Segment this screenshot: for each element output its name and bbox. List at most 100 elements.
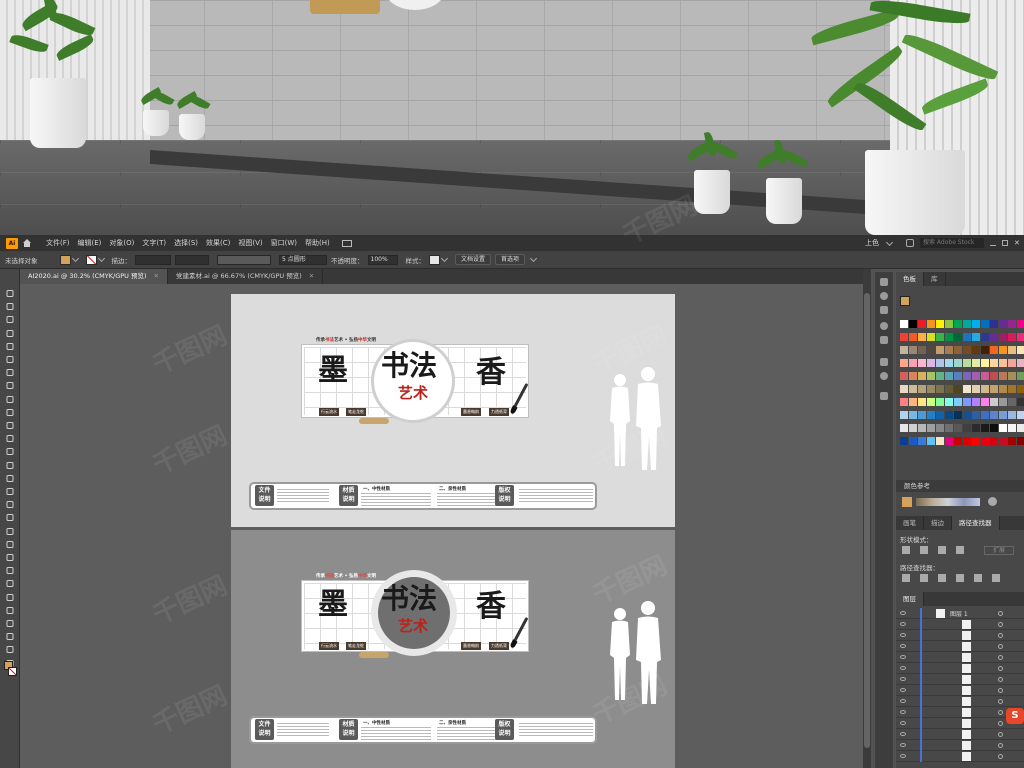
unite-icon[interactable] <box>902 546 910 554</box>
layer-row-top[interactable]: 图层 1 <box>896 608 1024 619</box>
color-swatch[interactable] <box>999 437 1007 445</box>
color-swatch[interactable] <box>981 333 989 341</box>
free-transform-icon[interactable] <box>5 500 15 509</box>
color-swatch[interactable] <box>981 385 989 393</box>
brushes-icon[interactable] <box>880 322 888 330</box>
visibility-eye-icon[interactable] <box>900 655 906 659</box>
target-circle-icon[interactable] <box>998 666 1003 671</box>
target-circle-icon[interactable] <box>998 743 1003 748</box>
graphic-style-swatch[interactable] <box>429 254 440 265</box>
search-icon[interactable] <box>906 239 914 247</box>
fill-color-swatch[interactable] <box>59 254 71 265</box>
color-swatch[interactable] <box>981 320 989 328</box>
color-swatch[interactable] <box>909 333 917 341</box>
color-swatch[interactable] <box>918 437 926 445</box>
color-swatch[interactable] <box>900 359 908 367</box>
color-swatch[interactable] <box>954 385 962 393</box>
vertical-scrollbar[interactable] <box>863 269 871 768</box>
color-swatch[interactable] <box>972 372 980 380</box>
swatches-panel-icon[interactable] <box>880 292 888 300</box>
adobe-stock-search-input[interactable]: 搜索 Adobe Stock <box>920 238 984 248</box>
rotate-icon[interactable] <box>5 461 15 470</box>
tab-ai2020[interactable]: AI2020.ai @ 30.2% (CMYK/GPU 预览) ✕ <box>20 269 168 284</box>
trim-icon[interactable] <box>920 574 928 582</box>
color-swatch[interactable] <box>936 437 944 445</box>
sogou-ime-icon[interactable]: S <box>1006 708 1024 724</box>
color-swatch[interactable] <box>999 372 1007 380</box>
color-swatch[interactable] <box>972 437 980 445</box>
color-swatch[interactable] <box>999 346 1007 354</box>
color-swatch[interactable] <box>936 359 944 367</box>
slice-icon[interactable] <box>5 632 15 641</box>
shaper-icon[interactable] <box>5 421 15 430</box>
color-swatch[interactable] <box>927 385 935 393</box>
sublayer-row[interactable] <box>896 685 1024 696</box>
gradient-icon[interactable] <box>5 553 15 562</box>
target-circle-icon[interactable] <box>998 644 1003 649</box>
tab-pathfinder[interactable]: 路径查找器 <box>952 516 1000 530</box>
color-swatch[interactable] <box>999 398 1007 406</box>
color-swatch[interactable] <box>918 320 926 328</box>
merge-icon[interactable] <box>938 574 946 582</box>
sublayer-row[interactable] <box>896 663 1024 674</box>
stroke-weight-input[interactable] <box>135 254 171 265</box>
color-swatch[interactable] <box>1017 398 1024 406</box>
color-swatch[interactable] <box>990 346 998 354</box>
direct-selection-tool-icon[interactable] <box>5 302 15 311</box>
stroke-none-swatch[interactable] <box>85 254 97 265</box>
restore-icon[interactable] <box>1002 240 1008 246</box>
color-swatch[interactable] <box>954 398 962 406</box>
brush-definition-select[interactable] <box>217 254 271 265</box>
visibility-eye-icon[interactable] <box>900 699 906 703</box>
column-graph-icon[interactable] <box>5 606 15 615</box>
color-swatch[interactable] <box>900 411 908 419</box>
target-circle-icon[interactable] <box>998 655 1003 660</box>
selection-tool-icon[interactable] <box>5 289 15 298</box>
color-swatch[interactable] <box>936 398 944 406</box>
tab-layers[interactable]: 图层 <box>896 592 924 606</box>
sublayer-row[interactable] <box>896 751 1024 762</box>
chevron-down-icon[interactable] <box>97 254 105 263</box>
color-swatch[interactable] <box>945 411 953 419</box>
menu-window[interactable]: 窗口(W) <box>271 238 297 248</box>
color-swatch[interactable] <box>927 372 935 380</box>
color-swatch[interactable] <box>900 398 908 406</box>
minus-front-icon[interactable] <box>920 546 928 554</box>
base-color-swatch[interactable] <box>902 497 912 507</box>
color-swatch[interactable] <box>972 411 980 419</box>
color-swatch[interactable] <box>972 385 980 393</box>
color-swatch[interactable] <box>963 424 971 432</box>
sublayer-row[interactable] <box>896 641 1024 652</box>
color-swatch[interactable] <box>972 320 980 328</box>
color-swatch[interactable] <box>972 359 980 367</box>
menu-edit[interactable]: 编辑(E) <box>78 238 102 248</box>
color-swatch[interactable] <box>963 398 971 406</box>
pen-tool-icon[interactable] <box>5 342 15 351</box>
color-swatch[interactable] <box>909 346 917 354</box>
target-circle-icon[interactable] <box>998 754 1003 759</box>
artboard-dark[interactable]: 传承书法艺术 • 弘扬中华文明 墨 书法 艺术 香 行云流水 笔走龙蛇 墨香翰韵… <box>231 530 675 768</box>
pencil-icon[interactable] <box>5 434 15 443</box>
color-swatch[interactable] <box>1017 437 1024 445</box>
tab-stroke[interactable]: 描边 <box>924 516 952 530</box>
sublayer-row[interactable] <box>896 707 1024 718</box>
color-swatch[interactable] <box>1008 437 1016 445</box>
color-swatch[interactable] <box>909 424 917 432</box>
color-swatch[interactable] <box>954 437 962 445</box>
layer-name[interactable]: 图层 1 <box>950 609 968 618</box>
intersect-icon[interactable] <box>938 546 946 554</box>
color-swatch[interactable] <box>990 385 998 393</box>
menu-help[interactable]: 帮助(H) <box>305 238 330 248</box>
brush-select[interactable]: 5 点圆形 <box>279 254 327 265</box>
color-swatch[interactable] <box>954 424 962 432</box>
export-icon[interactable] <box>880 392 888 400</box>
visibility-eye-icon[interactable] <box>900 644 906 648</box>
chevron-down-icon[interactable] <box>71 254 79 263</box>
chevron-down-icon[interactable] <box>440 254 449 263</box>
arrange-documents-icon[interactable] <box>341 239 352 247</box>
color-swatch[interactable] <box>945 385 953 393</box>
color-swatch[interactable] <box>945 346 953 354</box>
color-swatch[interactable] <box>900 424 908 432</box>
color-swatch[interactable] <box>1008 372 1016 380</box>
eraser-icon[interactable] <box>5 447 15 456</box>
